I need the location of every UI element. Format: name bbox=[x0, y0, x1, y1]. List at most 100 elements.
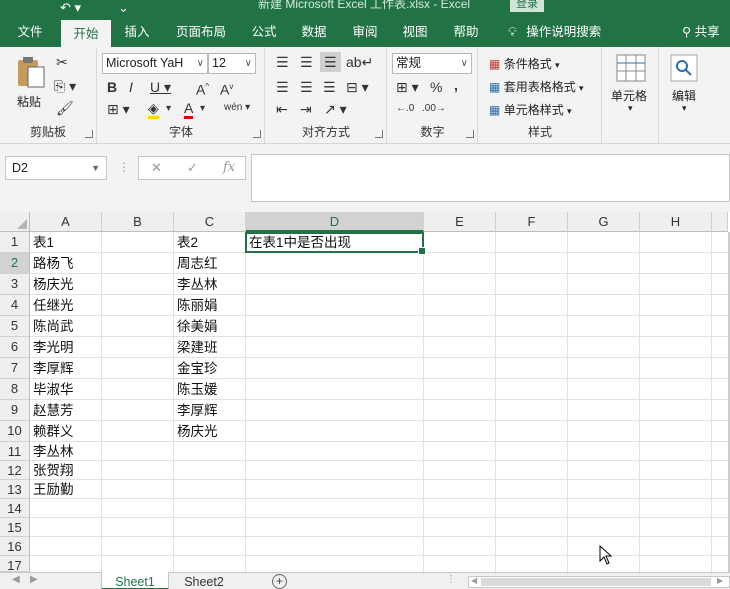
cell-a4[interactable]: 任继光 bbox=[30, 295, 74, 315]
cell-a2[interactable]: 路杨飞 bbox=[30, 253, 74, 273]
increase-decimal-icon[interactable]: ←.0 bbox=[396, 101, 414, 117]
tab-page-layout[interactable]: 页面布局 bbox=[166, 18, 236, 47]
column-header-b[interactable]: B bbox=[102, 212, 174, 232]
row-header[interactable]: 14 bbox=[0, 499, 30, 518]
column-header-g[interactable]: G bbox=[568, 212, 640, 232]
row-header[interactable]: 9 bbox=[0, 400, 30, 421]
align-right-icon[interactable]: ☰ bbox=[323, 79, 336, 95]
cell-a7[interactable]: 李厚辉 bbox=[30, 358, 74, 378]
percent-icon[interactable]: % bbox=[430, 79, 442, 95]
column-header-f[interactable]: F bbox=[496, 212, 568, 232]
increase-font-icon[interactable]: A^ bbox=[196, 79, 209, 98]
cell-c9[interactable]: 李厚辉 bbox=[174, 400, 218, 420]
cell-a10[interactable]: 赖群义 bbox=[30, 421, 74, 441]
row-header[interactable]: 4 bbox=[0, 295, 30, 316]
chevron-down-icon[interactable]: ▾ bbox=[166, 101, 171, 117]
column-header-d[interactable]: D bbox=[246, 212, 424, 232]
sheet-tab-sheet2[interactable]: Sheet2 bbox=[172, 572, 236, 589]
active-cell-d2[interactable] bbox=[245, 232, 426, 255]
cell-a5[interactable]: 陈尚武 bbox=[30, 316, 74, 336]
cell-styles-button[interactable]: ▦ 单元格样式 ▾ bbox=[489, 101, 572, 118]
borders-icon[interactable]: ⊞ ▾ bbox=[107, 101, 130, 117]
decrease-decimal-icon[interactable]: .00→ bbox=[422, 101, 446, 117]
font-name-select[interactable]: Microsoft YaH ∨ bbox=[102, 53, 208, 74]
cell-a12[interactable]: 张贺翔 bbox=[30, 460, 74, 480]
chevron-down-icon[interactable]: ▾ bbox=[200, 101, 205, 117]
currency-icon[interactable]: ⊞ ▾ bbox=[396, 79, 419, 95]
cell-a6[interactable]: 李光明 bbox=[30, 337, 74, 357]
editing-group[interactable]: 编辑 ▾ bbox=[660, 47, 712, 143]
underline-icon[interactable]: U ▾ bbox=[150, 79, 171, 95]
row-header[interactable]: 3 bbox=[0, 274, 30, 295]
row-header[interactable]: 13 bbox=[0, 480, 30, 499]
align-left-icon[interactable]: ☰ bbox=[276, 79, 289, 95]
increase-indent-icon[interactable]: ⇥ bbox=[300, 101, 312, 117]
cancel-icon[interactable]: ✕ bbox=[151, 160, 162, 176]
row-header[interactable]: 10 bbox=[0, 421, 30, 442]
formula-bar-handle[interactable]: ⋮ bbox=[118, 160, 130, 174]
cell-a11[interactable]: 李丛林 bbox=[30, 441, 74, 461]
select-all-button[interactable] bbox=[0, 212, 30, 232]
column-header-h[interactable]: H bbox=[640, 212, 712, 232]
decrease-indent-icon[interactable]: ⇤ bbox=[276, 101, 288, 117]
tab-view[interactable]: 视图 bbox=[393, 18, 437, 47]
tab-home[interactable]: 开始 bbox=[61, 18, 111, 47]
cell-c1[interactable]: 表2 bbox=[174, 232, 198, 252]
alignment-launcher[interactable] bbox=[375, 130, 383, 138]
row-header[interactable]: 11 bbox=[0, 442, 30, 461]
row-header[interactable]: 15 bbox=[0, 518, 30, 537]
conditional-formatting-button[interactable]: ▦ 条件格式 ▾ bbox=[489, 55, 560, 72]
paste-button[interactable]: 粘贴 bbox=[14, 53, 48, 109]
row-header[interactable]: 1 bbox=[0, 232, 30, 253]
cell-c4[interactable]: 陈丽娟 bbox=[174, 295, 218, 315]
column-header-c[interactable]: C bbox=[174, 212, 246, 232]
font-launcher[interactable] bbox=[253, 130, 261, 138]
row-header[interactable]: 12 bbox=[0, 461, 30, 480]
scroll-left-icon[interactable]: ◀ bbox=[471, 576, 477, 585]
clipboard-launcher[interactable] bbox=[85, 130, 93, 138]
share-button[interactable]: ⚲ 共享 bbox=[682, 18, 720, 47]
format-as-table-button[interactable]: ▦ 套用表格格式 ▾ bbox=[489, 78, 584, 95]
copy-icon[interactable]: ⎘ ▾ bbox=[54, 78, 76, 94]
cell-a13[interactable]: 王励勤 bbox=[30, 479, 74, 499]
cut-icon[interactable]: ✂ bbox=[56, 54, 68, 70]
scroll-thumb[interactable] bbox=[481, 578, 711, 586]
row-header[interactable]: 17 bbox=[0, 556, 30, 573]
row-header[interactable]: 2 bbox=[0, 253, 30, 274]
undo-icon[interactable]: ↶ ▾ bbox=[60, 0, 81, 16]
tab-insert[interactable]: 插入 bbox=[114, 18, 160, 47]
phonetic-icon[interactable]: wén ▾ bbox=[224, 100, 250, 116]
wrap-text-icon[interactable]: ab↵ bbox=[346, 54, 373, 70]
cell-a9[interactable]: 赵慧芳 bbox=[30, 400, 74, 420]
cells-group[interactable]: 单元格 ▾ bbox=[603, 47, 659, 143]
fill-color-icon[interactable]: ◈ bbox=[148, 100, 159, 119]
tell-me-search[interactable]: 💡︎ 操作说明搜索 bbox=[508, 18, 601, 47]
customize-qat-icon[interactable]: ⌄ bbox=[118, 0, 129, 16]
cell-a1[interactable]: 表1 bbox=[30, 232, 54, 252]
tab-data[interactable]: 数据 bbox=[292, 18, 336, 47]
login-button[interactable]: 登录 bbox=[510, 0, 544, 12]
align-middle-icon[interactable]: ☰ bbox=[300, 54, 313, 70]
row-header[interactable]: 16 bbox=[0, 537, 30, 556]
cell-c5[interactable]: 徐美娟 bbox=[174, 316, 218, 336]
formula-input[interactable] bbox=[251, 154, 730, 202]
merge-center-icon[interactable]: ⊟ ▾ bbox=[346, 79, 369, 95]
add-sheet-icon[interactable]: + bbox=[272, 574, 287, 589]
number-launcher[interactable] bbox=[466, 130, 474, 138]
cell-c6[interactable]: 梁建班 bbox=[174, 337, 218, 357]
tab-split-handle[interactable]: ⋮ bbox=[446, 574, 456, 585]
cell-c7[interactable]: 金宝珍 bbox=[174, 358, 218, 378]
enter-icon[interactable]: ✓ bbox=[187, 160, 198, 176]
font-color-icon[interactable]: A bbox=[184, 100, 194, 119]
row-header[interactable]: 5 bbox=[0, 316, 30, 337]
worksheet-grid[interactable]: A B C D E F G H 1 2 3 4 5 6 7 8 9 10 11 … bbox=[0, 212, 730, 573]
tab-review[interactable]: 审阅 bbox=[343, 18, 387, 47]
format-painter-icon[interactable]: 🖌︎ bbox=[56, 100, 74, 116]
cell-c8[interactable]: 陈玉媛 bbox=[174, 379, 218, 399]
align-bottom-icon[interactable]: ☰ bbox=[320, 52, 341, 72]
scroll-right-icon[interactable]: ▶ bbox=[717, 576, 723, 585]
number-format-select[interactable]: 常规 ∨ bbox=[392, 53, 472, 74]
font-size-select[interactable]: 12 ∨ bbox=[208, 53, 256, 74]
column-header-e[interactable]: E bbox=[424, 212, 496, 232]
sheet-tab-sheet1[interactable]: Sheet1 bbox=[101, 572, 169, 589]
